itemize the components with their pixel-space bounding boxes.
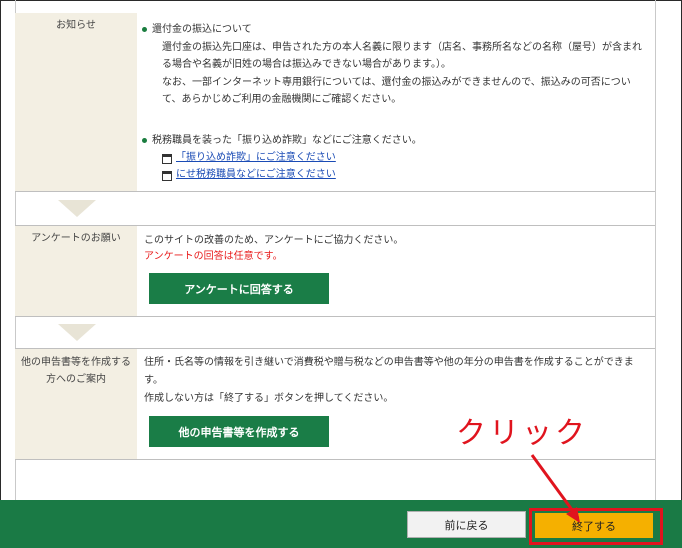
annotation-arrow-icon [530, 454, 580, 523]
